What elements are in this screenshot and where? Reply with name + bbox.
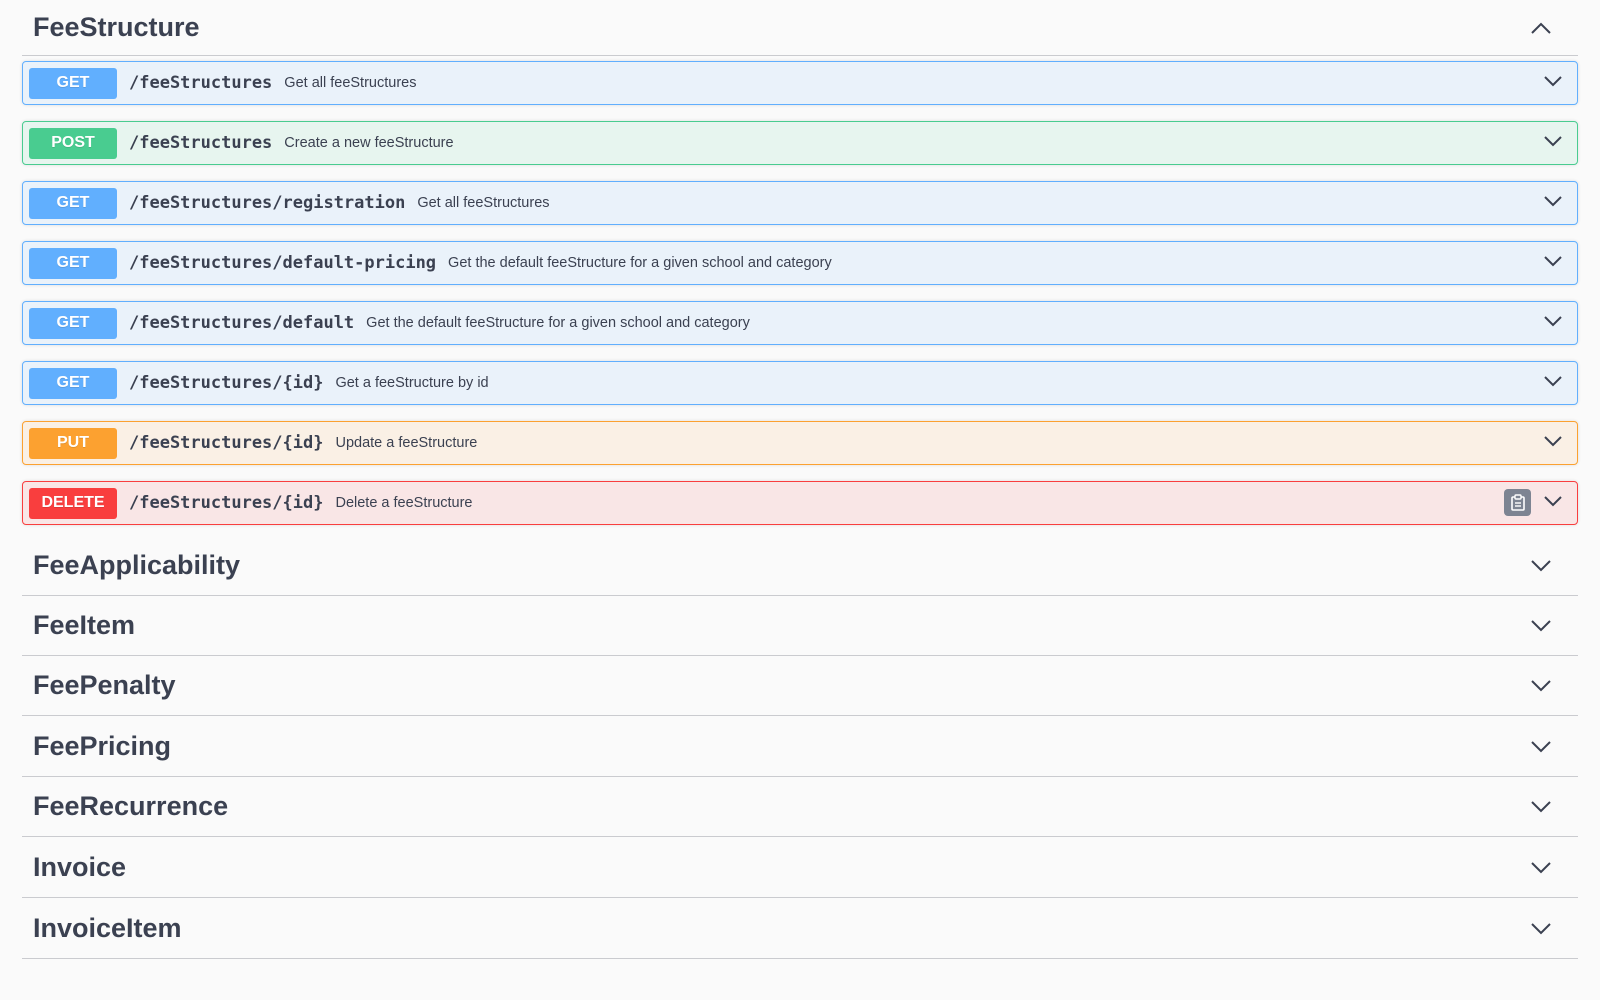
method-badge: GET: [29, 67, 117, 99]
operation-path: /feeStructures/default: [129, 313, 355, 333]
operation-summary: Get all feeStructures: [284, 75, 417, 91]
tag-title: FeeStructure: [33, 12, 200, 42]
tag-header-feepricing[interactable]: FeePricing: [22, 717, 1578, 777]
tag-title: Invoice: [33, 852, 127, 882]
operation-summary: Delete a feeStructure: [335, 495, 473, 511]
tag-title: FeeItem: [33, 610, 136, 640]
operation-path: /feeStructures/{id}: [129, 433, 324, 453]
operation-summary: Create a new feeStructure: [284, 135, 454, 151]
method-badge: DELETE: [29, 487, 117, 519]
operation-summary: Get a feeStructure by id: [335, 375, 489, 391]
operation-get-feestructure-by-id[interactable]: GET /feeStructures/{id} Get a feeStructu…: [22, 361, 1578, 405]
copy-to-clipboard-button[interactable]: [1504, 489, 1531, 516]
operation-post-feestructures[interactable]: POST /feeStructures Create a new feeStru…: [22, 121, 1578, 165]
tag-title: InvoiceItem: [33, 913, 182, 943]
tag-header-feestructure[interactable]: FeeStructure: [22, 0, 1578, 56]
operation-summary: Get the default feeStructure for a given…: [448, 255, 832, 271]
tag-header-feerecurrence[interactable]: FeeRecurrence: [22, 777, 1578, 837]
swagger-ui: FeeStructure GET /feeStructures Get all …: [0, 0, 1600, 1000]
method-badge: POST: [29, 127, 117, 159]
chevron-down-icon: [1531, 679, 1551, 691]
operation-put-feestructure[interactable]: PUT /feeStructures/{id} Update a feeStru…: [22, 421, 1578, 465]
chevron-down-icon: [1531, 559, 1551, 571]
chevron-down-icon[interactable]: [1543, 315, 1563, 327]
chevron-down-icon: [1531, 740, 1551, 752]
chevron-down-icon: [1531, 800, 1551, 812]
chevron-down-icon: [1531, 922, 1551, 934]
tag-title: FeeRecurrence: [33, 791, 229, 821]
tag-header-feeitem[interactable]: FeeItem: [22, 596, 1578, 656]
chevron-down-icon[interactable]: [1543, 255, 1563, 267]
chevron-down-icon: [1531, 619, 1551, 631]
method-badge: GET: [29, 187, 117, 219]
method-badge: GET: [29, 367, 117, 399]
tag-header-invoiceitem[interactable]: InvoiceItem: [22, 899, 1578, 959]
operation-summary: Get the default feeStructure for a given…: [366, 315, 750, 331]
chevron-down-icon: [1531, 861, 1551, 873]
chevron-down-icon[interactable]: [1543, 435, 1563, 447]
operation-summary: Update a feeStructure: [335, 435, 478, 451]
chevron-down-icon[interactable]: [1543, 195, 1563, 207]
operation-delete-feestructure[interactable]: DELETE /feeStructures/{id} Delete a feeS…: [22, 481, 1578, 525]
operation-path: /feeStructures: [129, 133, 273, 153]
chevron-up-icon: [1531, 22, 1551, 34]
operation-get-feestructures-default-pricing[interactable]: GET /feeStructures/default-pricing Get t…: [22, 241, 1578, 285]
tag-title: FeePenalty: [33, 670, 176, 700]
operation-get-feestructures[interactable]: GET /feeStructures Get all feeStructures: [22, 61, 1578, 105]
operation-path: /feeStructures/default-pricing: [129, 253, 437, 273]
tag-header-invoice[interactable]: Invoice: [22, 838, 1578, 898]
method-badge: GET: [29, 307, 117, 339]
operation-path: /feeStructures: [129, 73, 273, 93]
tag-title: FeeApplicability: [33, 550, 241, 580]
clipboard-icon: [1510, 494, 1525, 511]
operation-get-feestructures-registration[interactable]: GET /feeStructures/registration Get all …: [22, 181, 1578, 225]
tag-title: FeePricing: [33, 731, 172, 761]
chevron-down-icon[interactable]: [1543, 75, 1563, 87]
operation-path: /feeStructures/registration: [129, 193, 406, 213]
chevron-down-icon[interactable]: [1543, 495, 1563, 507]
tag-header-feeapplicability[interactable]: FeeApplicability: [22, 536, 1578, 596]
operation-path: /feeStructures/{id}: [129, 493, 324, 513]
tag-header-feepenalty[interactable]: FeePenalty: [22, 656, 1578, 716]
method-badge: GET: [29, 247, 117, 279]
method-badge: PUT: [29, 427, 117, 459]
operation-summary: Get all feeStructures: [417, 195, 550, 211]
operation-path: /feeStructures/{id}: [129, 373, 324, 393]
chevron-down-icon[interactable]: [1543, 135, 1563, 147]
chevron-down-icon[interactable]: [1543, 375, 1563, 387]
operation-get-feestructures-default[interactable]: GET /feeStructures/default Get the defau…: [22, 301, 1578, 345]
